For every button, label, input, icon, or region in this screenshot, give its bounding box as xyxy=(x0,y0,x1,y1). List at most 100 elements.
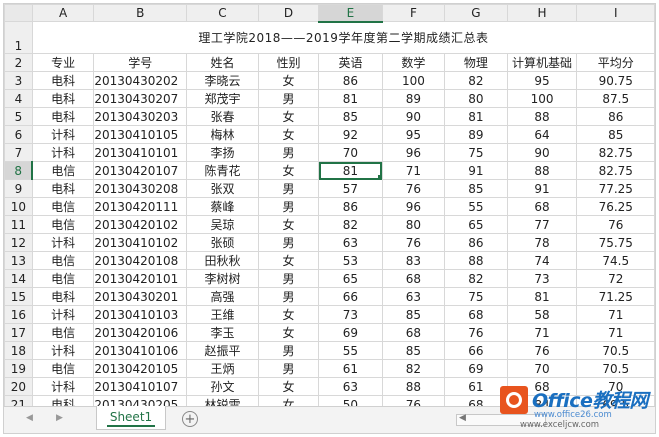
column-header-a[interactable]: A xyxy=(31,4,95,22)
cell-average[interactable]: 71.25 xyxy=(576,287,655,306)
header-cell-major[interactable]: 专业 xyxy=(31,53,95,72)
cell-student-id[interactable]: 20130420108 xyxy=(93,251,188,270)
cell-student-id[interactable]: 20130430207 xyxy=(93,89,188,108)
cell-math[interactable]: 85 xyxy=(381,341,446,360)
cell-major[interactable]: 电信 xyxy=(31,359,95,378)
cell-major[interactable]: 电信 xyxy=(31,269,95,288)
cell-name[interactable]: 张春 xyxy=(186,107,259,126)
cell-average[interactable]: 70.5 xyxy=(576,341,655,360)
cell-physics[interactable]: 66 xyxy=(444,341,508,360)
cell-physics[interactable]: 75 xyxy=(444,287,508,306)
row-header-3[interactable]: 3 xyxy=(4,71,33,90)
row-header-7[interactable]: 7 xyxy=(4,143,33,162)
cell-physics[interactable]: 76 xyxy=(444,323,508,342)
cell-average[interactable]: 76 xyxy=(576,215,655,234)
cell-name[interactable]: 蔡峰 xyxy=(186,197,259,216)
row-header-11[interactable]: 11 xyxy=(4,215,33,234)
cell-english[interactable]: 82 xyxy=(318,215,383,234)
cell-major[interactable]: 电科 xyxy=(31,179,95,198)
cell-average[interactable]: 85 xyxy=(576,125,655,144)
cell-student-id[interactable]: 20130420107 xyxy=(93,161,188,180)
sheet-tab-sheet1[interactable]: Sheet1 xyxy=(96,406,166,430)
row-header-16[interactable]: 16 xyxy=(4,305,33,324)
cell-gender[interactable]: 男 xyxy=(257,143,320,162)
cell-name[interactable]: 赵振平 xyxy=(186,341,259,360)
cell-major[interactable]: 计科 xyxy=(31,341,95,360)
cell-english[interactable]: 63 xyxy=(318,377,383,396)
cell-student-id[interactable]: 20130410103 xyxy=(93,305,188,324)
cell-computer[interactable]: 73 xyxy=(506,269,578,288)
column-header-f[interactable]: F xyxy=(381,4,446,22)
cell-student-id[interactable]: 20130420105 xyxy=(93,359,188,378)
cell-major[interactable]: 电信 xyxy=(31,251,95,270)
cell-major[interactable]: 电科 xyxy=(31,287,95,306)
cell-name[interactable]: 孙文 xyxy=(186,377,259,396)
cell-math[interactable]: 68 xyxy=(381,269,446,288)
cell-math[interactable]: 83 xyxy=(381,251,446,270)
cell-name[interactable]: 李扬 xyxy=(186,143,259,162)
cell-english[interactable]: 73 xyxy=(318,305,383,324)
row-header-2[interactable]: 2 xyxy=(4,53,33,72)
cell-average[interactable]: 90.75 xyxy=(576,71,655,90)
row-header-5[interactable]: 5 xyxy=(4,107,33,126)
cell-computer[interactable]: 81 xyxy=(506,287,578,306)
prev-sheet-arrow-icon[interactable]: ◀ xyxy=(26,413,33,423)
cell-math[interactable]: 96 xyxy=(381,143,446,162)
cell-student-id[interactable]: 20130410102 xyxy=(93,233,188,252)
cell-student-id[interactable]: 20130430201 xyxy=(93,287,188,306)
cell-physics[interactable]: 80 xyxy=(444,89,508,108)
cell-average[interactable]: 72 xyxy=(576,269,655,288)
cell-gender[interactable]: 女 xyxy=(257,305,320,324)
cell-major[interactable]: 电科 xyxy=(31,107,95,126)
cell-english[interactable]: 69 xyxy=(318,323,383,342)
row-header-18[interactable]: 18 xyxy=(4,341,33,360)
cell-english[interactable]: 57 xyxy=(318,179,383,198)
cell-english[interactable]: 66 xyxy=(318,287,383,306)
row-header-13[interactable]: 13 xyxy=(4,251,33,270)
header-cell-physics[interactable]: 物理 xyxy=(444,53,508,72)
cell-average[interactable]: 70.5 xyxy=(576,359,655,378)
header-cell-math[interactable]: 数学 xyxy=(381,53,446,72)
cell-gender[interactable]: 男 xyxy=(257,341,320,360)
cell-physics[interactable]: 69 xyxy=(444,359,508,378)
cell-english[interactable]: 61 xyxy=(318,359,383,378)
cell-math[interactable]: 90 xyxy=(381,107,446,126)
cell-major[interactable]: 电信 xyxy=(31,161,95,180)
cell-major[interactable]: 电信 xyxy=(31,197,95,216)
cell-student-id[interactable]: 20130420101 xyxy=(93,269,188,288)
header-cell-student-id[interactable]: 学号 xyxy=(93,53,188,72)
cell-physics[interactable]: 68 xyxy=(444,305,508,324)
row-header-19[interactable]: 19 xyxy=(4,359,33,378)
header-cell-average[interactable]: 平均分 xyxy=(576,53,655,72)
cell-math[interactable]: 100 xyxy=(381,71,446,90)
cell-student-id[interactable]: 20130410107 xyxy=(93,377,188,396)
cell-major[interactable]: 电科 xyxy=(31,89,95,108)
cell-math[interactable]: 89 xyxy=(381,89,446,108)
cell-average[interactable]: 71 xyxy=(576,323,655,342)
cell-average[interactable]: 77.25 xyxy=(576,179,655,198)
cell-major[interactable]: 电科 xyxy=(31,71,95,90)
cell-computer[interactable]: 58 xyxy=(506,305,578,324)
column-header-e[interactable]: E xyxy=(318,4,383,23)
cell-name[interactable]: 李树树 xyxy=(186,269,259,288)
cell-computer[interactable]: 88 xyxy=(506,161,578,180)
cell-student-id[interactable]: 20130420102 xyxy=(93,215,188,234)
cell-math[interactable]: 80 xyxy=(381,215,446,234)
cell-math[interactable]: 76 xyxy=(381,233,446,252)
row-header-15[interactable]: 15 xyxy=(4,287,33,306)
row-header-12[interactable]: 12 xyxy=(4,233,33,252)
cell-physics[interactable]: 65 xyxy=(444,215,508,234)
column-header-d[interactable]: D xyxy=(257,4,320,22)
header-cell-gender[interactable]: 性别 xyxy=(257,53,320,72)
cell-name[interactable]: 田秋秋 xyxy=(186,251,259,270)
cell-gender[interactable]: 女 xyxy=(257,215,320,234)
cell-gender[interactable]: 男 xyxy=(257,269,320,288)
row-header-6[interactable]: 6 xyxy=(4,125,33,144)
cell-physics[interactable]: 88 xyxy=(444,251,508,270)
cell-math[interactable]: 68 xyxy=(381,323,446,342)
cell-english[interactable]: 53 xyxy=(318,251,383,270)
cell-english[interactable]: 55 xyxy=(318,341,383,360)
cell-major[interactable]: 计科 xyxy=(31,233,95,252)
row-header-20[interactable]: 20 xyxy=(4,377,33,396)
cell-computer[interactable]: 90 xyxy=(506,143,578,162)
